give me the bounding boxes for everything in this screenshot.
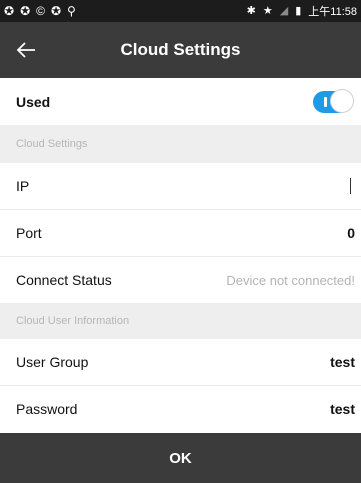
circle-arrows-icon: ✪ — [20, 4, 31, 18]
used-toggle[interactable] — [313, 88, 354, 113]
status-right-icons: ✱ ★ ◢ ▮ 上午11:58 — [247, 3, 357, 19]
section-header-cloud-settings: Cloud Settings — [0, 125, 361, 163]
password-label: Password — [16, 401, 78, 417]
section-header-cloud-user: Cloud User Information — [0, 303, 361, 339]
circle-arrows-icon: ✪ — [4, 4, 15, 18]
location-pin-icon: ⚲ — [67, 4, 76, 18]
page-title: Cloud Settings — [120, 40, 241, 59]
star-icon: ★ — [262, 4, 273, 17]
port-label: Port — [16, 225, 42, 241]
user-group-row[interactable]: User Group test — [0, 339, 361, 385]
bluetooth-icon: ✱ — [246, 4, 256, 17]
circle-c-icon: © — [36, 4, 45, 18]
arrow-left-icon — [16, 42, 35, 58]
status-left-icons: ✪ ✪ © ✪ ⚲ — [4, 5, 76, 17]
connect-status-row: Connect Status Device not connected! — [0, 257, 361, 303]
back-button[interactable] — [10, 34, 42, 66]
battery-icon: ▮ — [295, 4, 302, 17]
ip-row[interactable]: IP — [0, 163, 361, 209]
connect-status-label: Connect Status — [16, 272, 112, 288]
circle-arrows-icon: ✪ — [50, 4, 62, 18]
port-row[interactable]: Port 0 — [0, 210, 361, 256]
status-bar: ✪ ✪ © ✪ ⚲ ✱ ★ ◢ ▮ 上午11:58 — [0, 0, 361, 22]
password-value[interactable]: test — [330, 401, 355, 417]
ok-button[interactable]: OK — [0, 433, 361, 483]
password-row[interactable]: Password test — [0, 386, 361, 432]
status-time: 上午11:58 — [308, 6, 357, 18]
toggle-on-indicator — [324, 96, 327, 107]
signal-icon: ◢ — [279, 4, 289, 17]
app-bar: Cloud Settings — [0, 22, 361, 78]
used-label: Used — [16, 93, 51, 110]
ip-input[interactable] — [350, 178, 355, 194]
ip-label: IP — [16, 178, 30, 194]
user-group-value[interactable]: test — [330, 354, 355, 370]
port-value[interactable]: 0 — [347, 225, 355, 241]
connect-status-value: Device not connected! — [226, 272, 355, 288]
user-group-label: User Group — [16, 354, 89, 370]
text-cursor — [350, 178, 351, 194]
toggle-knob — [330, 88, 354, 113]
used-row[interactable]: Used — [0, 78, 361, 125]
